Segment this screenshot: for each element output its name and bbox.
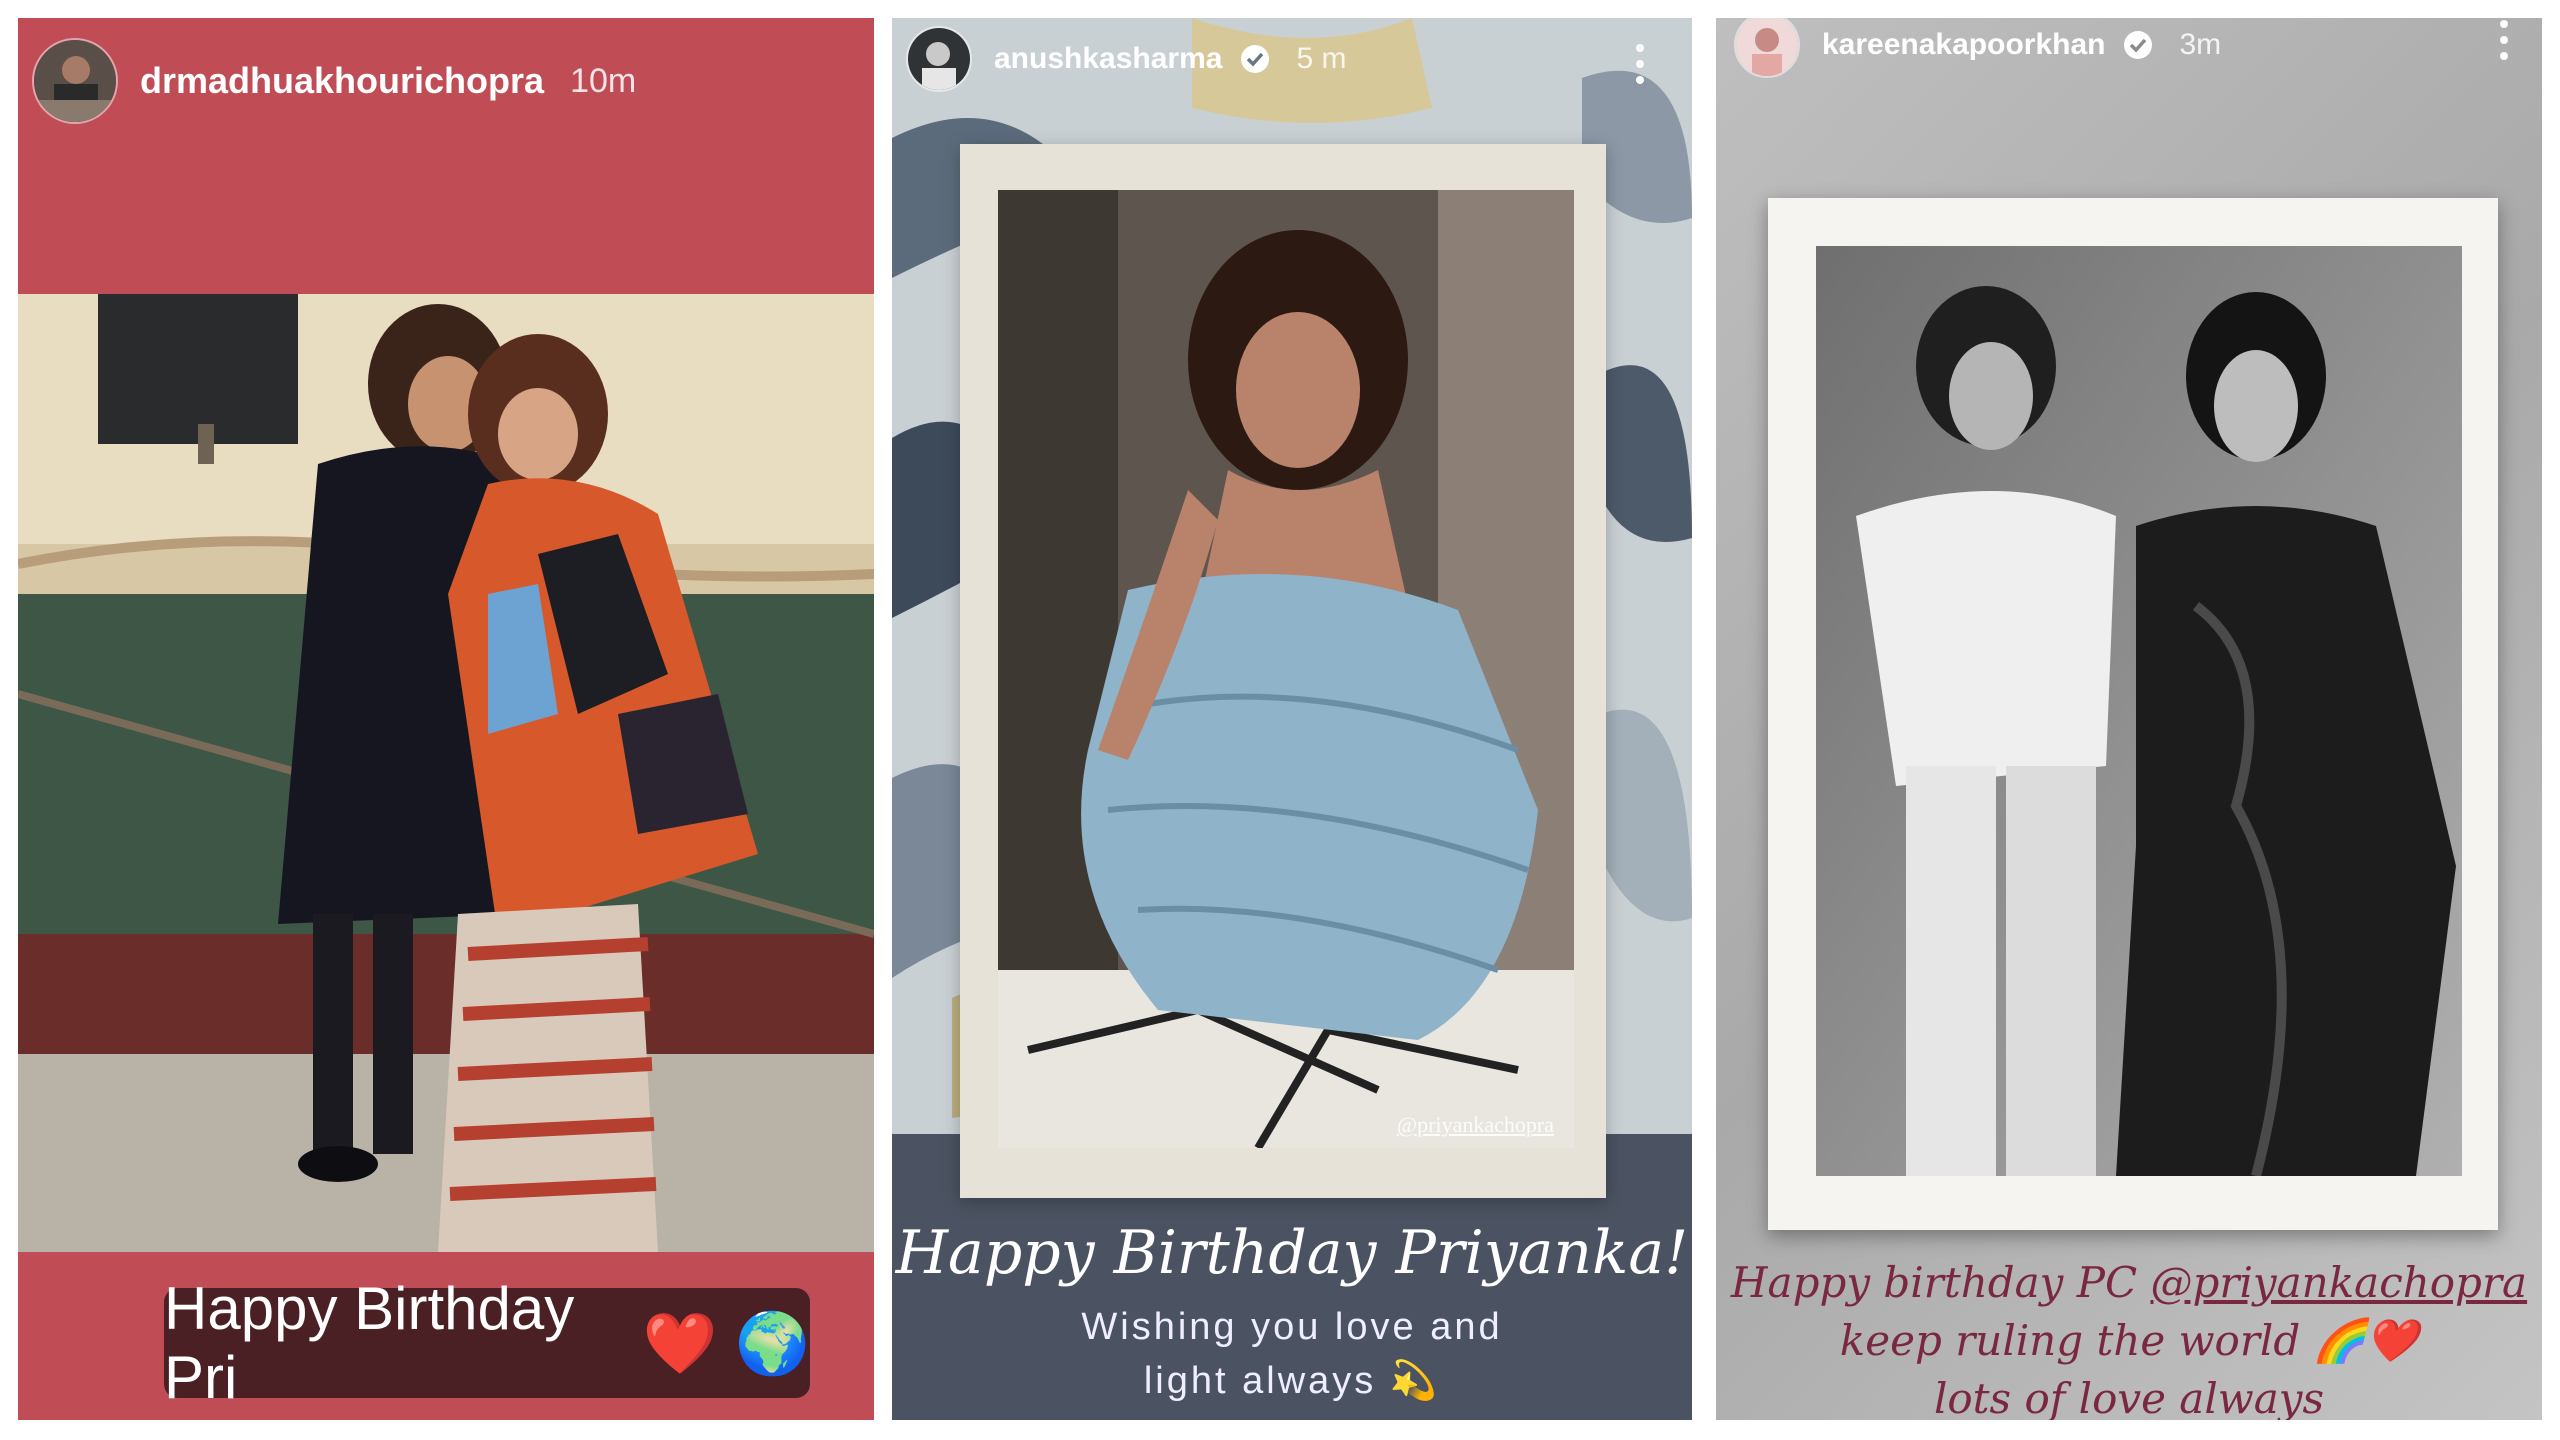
story-caption-sticker: Happy Birthday Pri ❤️ 🌍 (164, 1275, 810, 1411)
avatar[interactable] (1734, 18, 1800, 78)
story-time: 3m (2179, 28, 2222, 61)
wish-line-1: Wishing you love and (1081, 1306, 1503, 1348)
polaroid-frame (1768, 198, 2498, 1230)
rainbow-emoji-icon: 🌈 (2313, 1316, 2366, 1365)
more-options-icon[interactable] (2500, 20, 2508, 60)
verified-badge-icon (1240, 44, 1270, 74)
caption-prefix: Happy birthday PC (1730, 1258, 2151, 1307)
story-card-madhu[interactable]: drmadhuakhourichopra 10m Happy Birthday … (18, 18, 874, 1420)
more-options-icon[interactable] (1636, 44, 1644, 84)
caption-line-2-text: keep ruling the world (1839, 1316, 2301, 1365)
story-username[interactable]: anushkasharma (994, 42, 1222, 76)
story-username[interactable]: kareenakapoorkhan (1822, 28, 2105, 62)
wish-line-2: light always 💫 (892, 1354, 1692, 1408)
heart-emoji-icon: ❤️ (2365, 1316, 2419, 1365)
story-card-anushka[interactable]: anushkasharma 5 m @priyankachopra Happy … (892, 18, 1692, 1420)
story-card-kareena[interactable]: kareenakapoorkhan 3m Happy birthday PC @… (1716, 18, 2542, 1420)
story-photo (1816, 246, 2462, 1176)
caption-line-2: keep ruling the world 🌈❤️ (1716, 1312, 2542, 1370)
photo-credit: @priyankachopra (1396, 1112, 1554, 1137)
caption-text: Happy Birthday Pri (164, 1275, 575, 1411)
globe-emoji-icon: 🌍 (735, 1309, 810, 1377)
story-title: Happy Birthday Priyanka! (895, 1218, 1689, 1288)
story-caption: Happy birthday PC @priyankachopra keep r… (1716, 1254, 2542, 1420)
story-header: drmadhuakhourichopra 10m (32, 38, 636, 124)
sparkle-emoji-icon: 💫 (1389, 1360, 1441, 1402)
heart-emoji-icon: ❤️ (642, 1309, 718, 1377)
avatar[interactable] (906, 26, 972, 92)
story-photo: @priyankachopra (998, 190, 1574, 1148)
story-time: 10m (570, 61, 637, 100)
story-header: kareenakapoorkhan 3m (1734, 18, 2221, 78)
story-photo (18, 294, 874, 1252)
wish-line-2-text: light always (1143, 1360, 1377, 1402)
caption-line-3: lots of love always (1933, 1374, 2325, 1420)
story-header: anushkasharma 5 m (906, 26, 1346, 92)
verified-badge-icon (2123, 30, 2153, 60)
story-time: 5 m (1296, 42, 1347, 75)
story-username[interactable]: drmadhuakhourichopra (140, 60, 544, 102)
mention-link[interactable]: @priyankachopra (2151, 1258, 2528, 1307)
story-wish: Wishing you love and light always 💫 (892, 1300, 1692, 1408)
caption-line-1: Happy birthday PC @priyankachopra (1716, 1254, 2542, 1312)
avatar[interactable] (32, 38, 118, 124)
